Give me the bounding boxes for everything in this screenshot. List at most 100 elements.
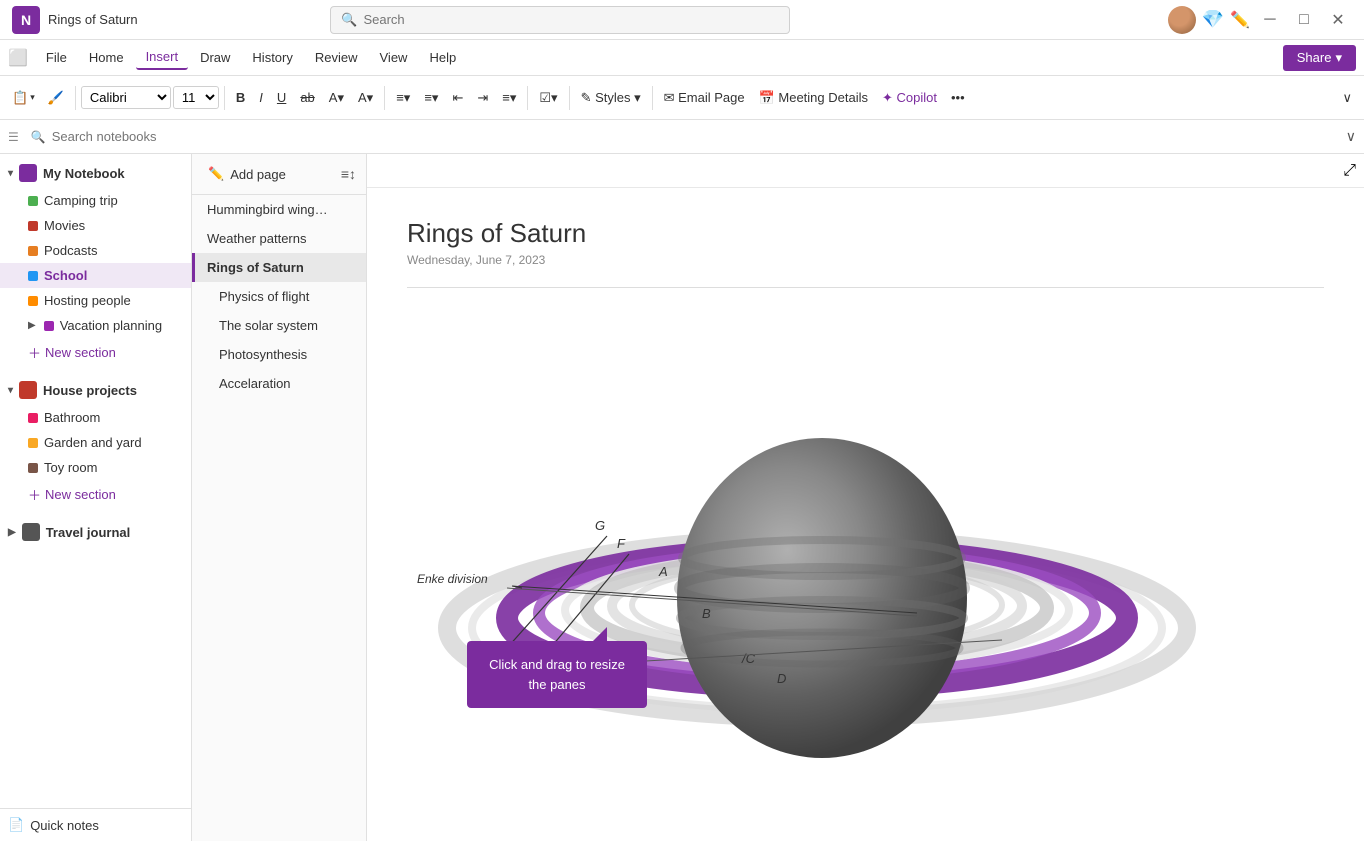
svg-text:G: G (595, 518, 605, 533)
sidebar-item-movies[interactable]: Movies (0, 213, 191, 238)
page-item-hummingbird[interactable]: Hummingbird wing… (192, 195, 366, 224)
page-item-solar-system[interactable]: The solar system (192, 311, 366, 340)
page-item-photosynthesis[interactable]: Photosynthesis (192, 340, 366, 369)
sidebar-item-vacation-planning[interactable]: ▶ Vacation planning (0, 313, 191, 338)
styles-button[interactable]: ✎ Styles ▾ (575, 86, 647, 110)
sidebar-item-label: Movies (44, 218, 85, 233)
notebook-travel-journal-header[interactable]: ▶ Travel journal (0, 517, 191, 547)
quick-notes-item[interactable]: 📄 Quick notes (0, 808, 191, 841)
indent-button[interactable]: ⇥ (471, 86, 494, 110)
search-notebooks-input[interactable] (52, 129, 1340, 144)
section-color-dot (28, 413, 38, 423)
numbered-list-button[interactable]: ≡▾ (418, 86, 444, 110)
minimize-button[interactable]: ─ (1256, 6, 1284, 34)
strikethrough-button[interactable]: ab (294, 86, 320, 109)
section-color-dot (28, 196, 38, 206)
highlight-button[interactable]: A▾ (323, 86, 350, 110)
clipboard-group: 📋▾ 🖌️ (6, 86, 70, 110)
search-input[interactable] (363, 12, 779, 27)
font-color-button[interactable]: A▾ (352, 86, 379, 110)
clipboard-button[interactable]: 📋▾ (6, 86, 41, 110)
sidebar-item-label: Camping trip (44, 193, 118, 208)
section-color-dot (28, 246, 38, 256)
bullet-list-button[interactable]: ≡▾ (390, 86, 416, 110)
page-item-accelaration[interactable]: Accelaration (192, 369, 366, 398)
italic-button[interactable]: I (253, 86, 269, 109)
font-family-select[interactable]: Calibri (81, 86, 171, 109)
notebook-name: House projects (43, 383, 137, 398)
page-item-rings-of-saturn[interactable]: Rings of Saturn (192, 253, 366, 282)
search-expand-icon[interactable]: ∨ (1346, 128, 1356, 145)
outdent-button[interactable]: ⇤ (446, 86, 469, 110)
sidebar-item-podcasts[interactable]: Podcasts (0, 238, 191, 263)
menu-draw[interactable]: Draw (190, 46, 240, 69)
sidebar-item-label: Vacation planning (60, 318, 162, 333)
font-size-select[interactable]: 11 (173, 86, 219, 109)
new-section-button-house-projects[interactable]: ＋ New section (0, 480, 191, 509)
main-layout: ▾ My Notebook Camping trip Movies Podcas… (0, 154, 1364, 841)
sort-pages-icon[interactable]: ≡↕ (341, 166, 356, 182)
meeting-details-button[interactable]: 📅 Meeting Details (753, 86, 874, 110)
pages-panel: ✏️ Add page ≡↕ Hummingbird wing… Weather… (192, 154, 367, 841)
sidebar-item-school[interactable]: School (0, 263, 191, 288)
section-color-dot (28, 271, 38, 281)
menu-file[interactable]: File (36, 46, 77, 69)
content-area[interactable]: Rings of Saturn Wednesday, June 7, 2023 (367, 188, 1364, 841)
svg-text:F: F (617, 536, 626, 551)
add-page-button[interactable]: ✏️ Add page (202, 162, 292, 186)
sidebar-item-garden-yard[interactable]: Garden and yard (0, 430, 191, 455)
sidebar-item-camping-trip[interactable]: Camping trip (0, 188, 191, 213)
sidebar-item-label: Bathroom (44, 410, 100, 425)
collapse-ribbon-icon[interactable]: ⬜ (8, 48, 28, 68)
expand-chevron-icon: ▾ (8, 168, 13, 179)
expand-content-icon[interactable]: ⤢ (1343, 162, 1356, 180)
separator-4 (527, 86, 528, 110)
plus-icon: ＋ (28, 343, 41, 362)
premium-icon[interactable]: 💎 (1202, 9, 1224, 30)
sidebar-item-bathroom[interactable]: Bathroom (0, 405, 191, 430)
pen-icon[interactable]: ✏️ (1230, 10, 1250, 30)
add-page-label: Add page (230, 167, 286, 182)
separator-3 (384, 86, 385, 110)
menu-view[interactable]: View (370, 46, 418, 69)
notebook-house-projects-header[interactable]: ▾ House projects (0, 375, 191, 405)
sidebar: ▾ My Notebook Camping trip Movies Podcas… (0, 154, 192, 841)
bold-button[interactable]: B (230, 86, 251, 109)
underline-button[interactable]: U (271, 86, 292, 109)
more-button[interactable]: ••• (945, 86, 971, 109)
format-painter-button[interactable]: 🖌️ (42, 86, 70, 110)
sidebar-item-label: Podcasts (44, 243, 97, 258)
share-chevron-icon: ▾ (1335, 50, 1342, 66)
share-button[interactable]: Share ▾ (1283, 45, 1356, 71)
align-button[interactable]: ≡▾ (496, 86, 522, 110)
page-item-weather[interactable]: Weather patterns (192, 224, 366, 253)
menu-review[interactable]: Review (305, 46, 368, 69)
menu-help[interactable]: Help (419, 46, 466, 69)
svg-text:/C: /C (741, 651, 756, 666)
close-button[interactable]: ✕ (1324, 6, 1352, 34)
collapse-toolbar-button[interactable]: ∨ (1336, 86, 1358, 110)
sidebar-item-hosting-people[interactable]: Hosting people (0, 288, 191, 313)
svg-text:Enke division: Enke division (417, 572, 488, 586)
sidebar-item-label: Garden and yard (44, 435, 142, 450)
email-page-button[interactable]: ✉ Email Page (658, 86, 751, 110)
sidebar-item-toy-room[interactable]: Toy room (0, 455, 191, 480)
section-color-dot (28, 221, 38, 231)
menu-insert[interactable]: Insert (136, 45, 189, 70)
separator-2 (224, 86, 225, 110)
global-search[interactable]: 🔍 (330, 6, 790, 34)
avatar[interactable] (1168, 6, 1196, 34)
window-title: Rings of Saturn (48, 12, 138, 27)
new-section-button-my-notebook[interactable]: ＋ New section (0, 338, 191, 367)
maximize-button[interactable]: □ (1290, 6, 1318, 34)
notebook-my-notebook-header[interactable]: ▾ My Notebook (0, 158, 191, 188)
add-page-icon: ✏️ (208, 166, 224, 182)
hamburger-icon[interactable]: ☰ (8, 130, 19, 144)
checkbox-button[interactable]: ☑▾ (533, 86, 563, 110)
copilot-button[interactable]: ✦ Copilot (876, 86, 943, 110)
saturn-illustration: G F A B /C D Enke division (407, 308, 1207, 788)
menu-home[interactable]: Home (79, 46, 134, 69)
toolbar: 📋▾ 🖌️ Calibri 11 B I U ab A▾ A▾ ≡▾ ≡▾ ⇤ … (0, 76, 1364, 120)
page-item-physics[interactable]: Physics of flight (192, 282, 366, 311)
menu-history[interactable]: History (242, 46, 302, 69)
